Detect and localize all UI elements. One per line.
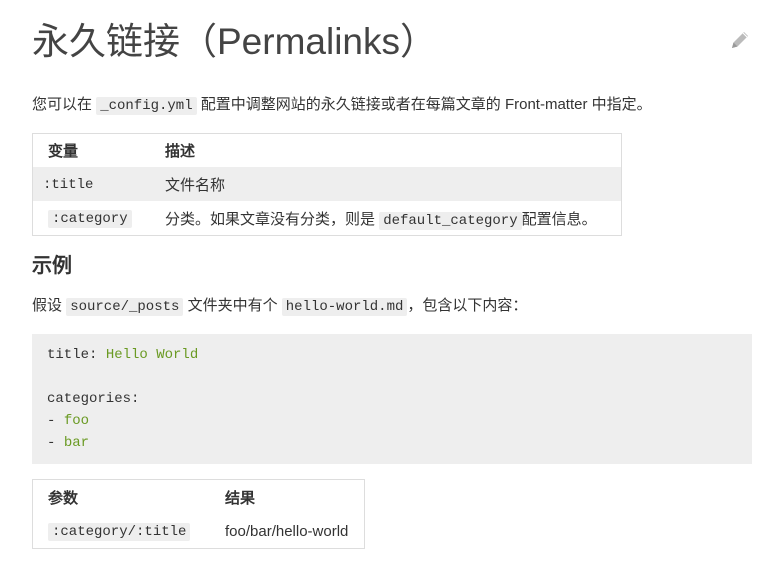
result-table: 参数 结果 :category/:title foo/bar/hello-wor…: [32, 479, 365, 549]
variables-table: 变量 描述 :title 文件名称 :category 分类。如果文章没有分类，…: [32, 133, 622, 236]
table-row: :category 分类。如果文章没有分类，则是 default_categor…: [33, 201, 622, 236]
column-header-param: 参数: [48, 489, 79, 507]
description-cell: 分类。如果文章没有分类，则是 default_category 配置信息。: [165, 210, 597, 230]
filename-code: hello-world.md: [281, 298, 408, 316]
default-category-code: default_category: [379, 211, 522, 230]
param-code: :category/:title: [48, 523, 191, 541]
table-header-row: 变量 描述: [33, 134, 622, 168]
pencil-icon[interactable]: [728, 28, 752, 52]
column-header-description: 描述: [165, 143, 196, 160]
code-block: title: Hello World categories: - foo - b…: [32, 334, 752, 464]
table-header-row: 参数 结果: [33, 480, 365, 515]
column-header-variable: 变量: [48, 143, 79, 160]
description-cell: 文件名称: [150, 167, 622, 201]
example-paragraph: 假设 source/_posts 文件夹中有个 hello-world.md ，包…: [32, 297, 528, 316]
posts-folder-code: source/_posts: [66, 298, 184, 316]
variable-code: :title: [43, 177, 94, 193]
page-title: 永久链接（Permalinks）: [32, 21, 437, 62]
intro-paragraph: 您可以在 _config.yml 配置中调整网站的永久链接或者在每篇文章的 Fr…: [32, 96, 652, 115]
table-row: :category/:title foo/bar/hello-world: [33, 514, 365, 549]
config-file-code: _config.yml: [96, 97, 197, 115]
table-row: :title 文件名称: [32, 167, 622, 201]
column-header-result: 结果: [225, 489, 256, 507]
result-cell: foo/bar/hello-world: [225, 522, 349, 540]
example-heading: 示例: [32, 255, 72, 277]
variable-code: :category: [48, 210, 132, 228]
